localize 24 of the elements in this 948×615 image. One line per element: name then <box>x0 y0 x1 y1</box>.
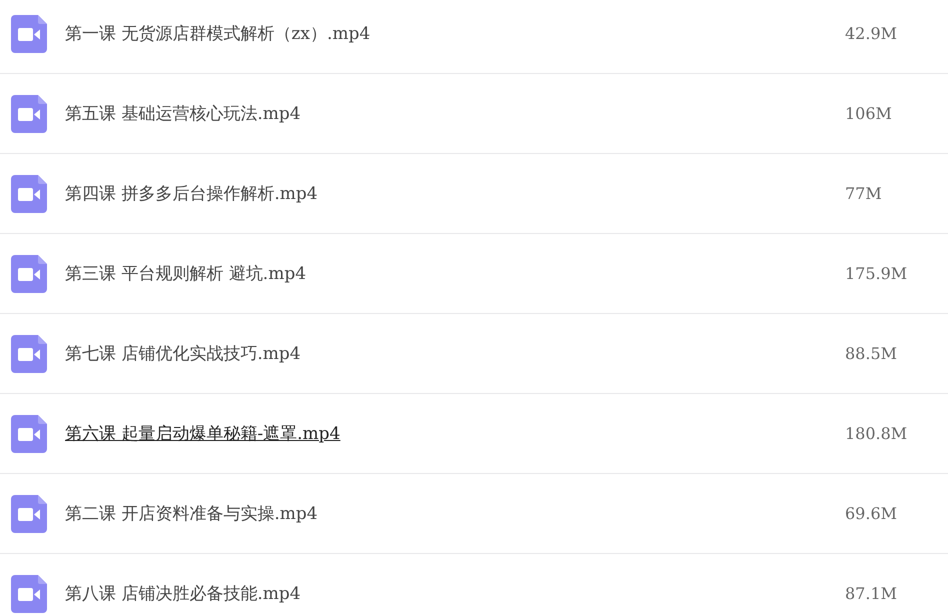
video-file-icon <box>11 94 47 132</box>
file-size: 180.8M <box>845 424 908 443</box>
file-name[interactable]: 第五课 基础运营核心玩法.mp4 <box>65 102 845 125</box>
file-name[interactable]: 第七课 店铺优化实战技巧.mp4 <box>65 342 845 365</box>
video-file-icon <box>11 574 47 612</box>
file-size: 106M <box>845 104 892 123</box>
file-name[interactable]: 第一课 无货源店群模式解析（zx）.mp4 <box>65 22 845 45</box>
video-file-icon <box>11 494 47 532</box>
file-name[interactable]: 第二课 开店资料准备与实操.mp4 <box>65 502 845 525</box>
file-size: 88.5M <box>845 344 898 363</box>
file-name[interactable]: 第四课 拼多多后台操作解析.mp4 <box>65 182 845 205</box>
file-name[interactable]: 第六课 起量启动爆单秘籍-遮罩.mp4 <box>65 422 845 445</box>
video-file-icon <box>11 174 47 212</box>
video-file-icon <box>11 254 47 292</box>
file-size: 77M <box>845 184 882 203</box>
file-size: 69.6M <box>845 504 898 523</box>
file-size: 87.1M <box>845 584 898 603</box>
video-file-icon <box>11 414 47 452</box>
video-file-icon <box>11 14 47 52</box>
file-name[interactable]: 第八课 店铺决胜必备技能.mp4 <box>65 582 845 605</box>
file-name[interactable]: 第三课 平台规则解析 避坑.mp4 <box>65 262 845 285</box>
file-size: 175.9M <box>845 264 908 283</box>
file-size: 42.9M <box>845 24 898 43</box>
video-file-icon <box>11 334 47 372</box>
